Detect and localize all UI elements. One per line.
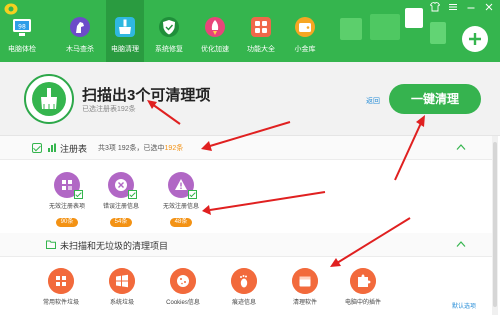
registry-checkbox[interactable] xyxy=(32,143,42,153)
tab-label: 电脑体检 xyxy=(8,46,36,53)
monitor-icon: 98 xyxy=(13,19,31,36)
registry-item-invalid-entries[interactable]: 无效注册表项 90条 xyxy=(42,172,92,228)
registry-item-circle xyxy=(108,172,137,199)
clean-item-system-junk[interactable]: 系统垃圾 xyxy=(96,268,148,306)
tab-system-repair[interactable]: 系统修复 xyxy=(150,0,188,62)
tab-computer-checkup[interactable]: 98 电脑体检 xyxy=(3,0,41,62)
folder-icon xyxy=(46,240,56,249)
tab-optimize[interactable]: 优化加速 xyxy=(196,0,234,62)
chevron-up-icon[interactable] xyxy=(456,240,466,248)
clean-item-label: 系统垃圾 xyxy=(109,300,134,306)
rocket-icon xyxy=(205,17,225,37)
cookie-icon xyxy=(170,268,196,294)
tab-trojan-scan[interactable]: 木马查杀 xyxy=(61,0,99,62)
tab-label: 木马查杀 xyxy=(66,46,94,53)
calendar-icon xyxy=(292,268,318,294)
clean-item-common-software[interactable]: 常用软件垃圾 xyxy=(35,268,87,306)
shirt-icon[interactable] xyxy=(429,1,441,16)
blurred-area xyxy=(370,14,400,40)
count-badge: 54条 xyxy=(109,218,133,227)
tab-small-vault[interactable]: 小金库 xyxy=(286,0,324,62)
item-checkbox[interactable] xyxy=(74,190,83,199)
clean-item-label: 痕迹信息 xyxy=(231,300,256,306)
registry-count-text: 共3项 192条，已选中 xyxy=(98,145,165,152)
clean-item-label: 清理软件 xyxy=(292,300,317,306)
tab-label: 系统修复 xyxy=(155,46,183,53)
registry-item-label: 无效注册表项 xyxy=(48,204,85,210)
registry-item-label: 错误注册信息 xyxy=(102,204,139,210)
add-feature-icon[interactable] xyxy=(462,26,488,52)
unscanned-title: 未扫描和无垃圾的清理项目 xyxy=(60,241,169,251)
tab-label: 电脑清理 xyxy=(111,46,139,53)
registry-title: 注册表 xyxy=(60,144,88,154)
app-trash-icon xyxy=(48,268,74,294)
tab-label: 小金库 xyxy=(294,46,316,53)
scan-result-subtitle: 已选注册表192条 xyxy=(82,106,136,113)
clean-item-label: 常用软件垃圾 xyxy=(42,300,79,306)
clean-item-label: 电脑中的插件 xyxy=(344,300,381,306)
back-link[interactable]: 返回 xyxy=(366,96,380,106)
broom-badge xyxy=(24,74,74,124)
count-badge: 90条 xyxy=(55,218,79,227)
count-badge: 48条 xyxy=(169,218,193,227)
window-controls xyxy=(429,1,494,16)
registry-count-selected: 192条 xyxy=(164,145,184,152)
registry-count: 共3项 192条，已选中192条 xyxy=(98,143,183,153)
clean-item-traces[interactable]: 痕迹信息 xyxy=(218,268,270,306)
shield-icon xyxy=(159,17,179,37)
tab-feature-center[interactable]: 功能大全 xyxy=(242,0,280,62)
footprint-icon xyxy=(231,268,257,294)
windows-icon xyxy=(109,268,135,294)
clean-item-label: Cookies信息 xyxy=(166,300,200,306)
minimize-icon[interactable] xyxy=(466,2,476,16)
registry-icon xyxy=(48,143,56,152)
registry-item-circle xyxy=(168,172,197,199)
blurred-area xyxy=(430,22,446,44)
item-checkbox[interactable] xyxy=(128,190,137,199)
clean-item-cookies[interactable]: Cookies信息 xyxy=(157,268,209,306)
registry-item-circle xyxy=(54,172,83,199)
broom-icon xyxy=(115,17,135,37)
registry-section-header[interactable]: 注册表 共3项 192条，已选中192条 xyxy=(0,136,492,160)
blurred-area xyxy=(340,18,362,40)
tab-label: 优化加速 xyxy=(201,46,229,53)
horse-icon xyxy=(70,17,90,37)
app-window: 98 电脑体检 木马查杀 电脑清理 系统修复 优化加速 功能大全 小金库 扫描出… xyxy=(0,0,500,315)
registry-item-label: 无效注册信息 xyxy=(162,204,199,210)
grid-icon xyxy=(251,17,271,37)
top-navigation-bar: 98 电脑体检 木马查杀 电脑清理 系统修复 优化加速 功能大全 小金库 xyxy=(0,0,500,62)
chevron-up-icon[interactable] xyxy=(456,143,466,151)
clean-item-software[interactable]: 清理软件 xyxy=(279,268,331,306)
scan-summary-panel: 扫描出3个可清理项 已选注册表192条 返回 一键清理 xyxy=(0,62,500,136)
default-options-link[interactable]: 默认选项 xyxy=(452,301,476,310)
wallet-icon xyxy=(295,17,315,37)
puzzle-icon xyxy=(350,268,376,294)
broom-icon xyxy=(41,88,57,109)
item-checkbox[interactable] xyxy=(188,190,197,199)
unscanned-section-header[interactable]: 未扫描和无垃圾的清理项目 xyxy=(0,233,492,257)
one-click-clean-button[interactable]: 一键清理 xyxy=(389,84,481,114)
clean-item-plugins[interactable]: 电脑中的插件 xyxy=(337,268,389,306)
menu-icon[interactable] xyxy=(448,2,458,16)
tab-label: 功能大全 xyxy=(247,46,275,53)
scan-result-title: 扫描出3个可清理项 xyxy=(82,87,211,104)
scrollbar-thumb[interactable] xyxy=(493,142,497,307)
blurred-area xyxy=(405,8,423,28)
svg-text:98: 98 xyxy=(18,24,26,31)
close-icon[interactable] xyxy=(484,2,494,16)
registry-item-error-info[interactable]: 错误注册信息 54条 xyxy=(96,172,146,228)
tab-computer-clean[interactable]: 电脑清理 xyxy=(106,0,144,62)
registry-item-invalid-info[interactable]: 无效注册信息 48条 xyxy=(156,172,206,228)
